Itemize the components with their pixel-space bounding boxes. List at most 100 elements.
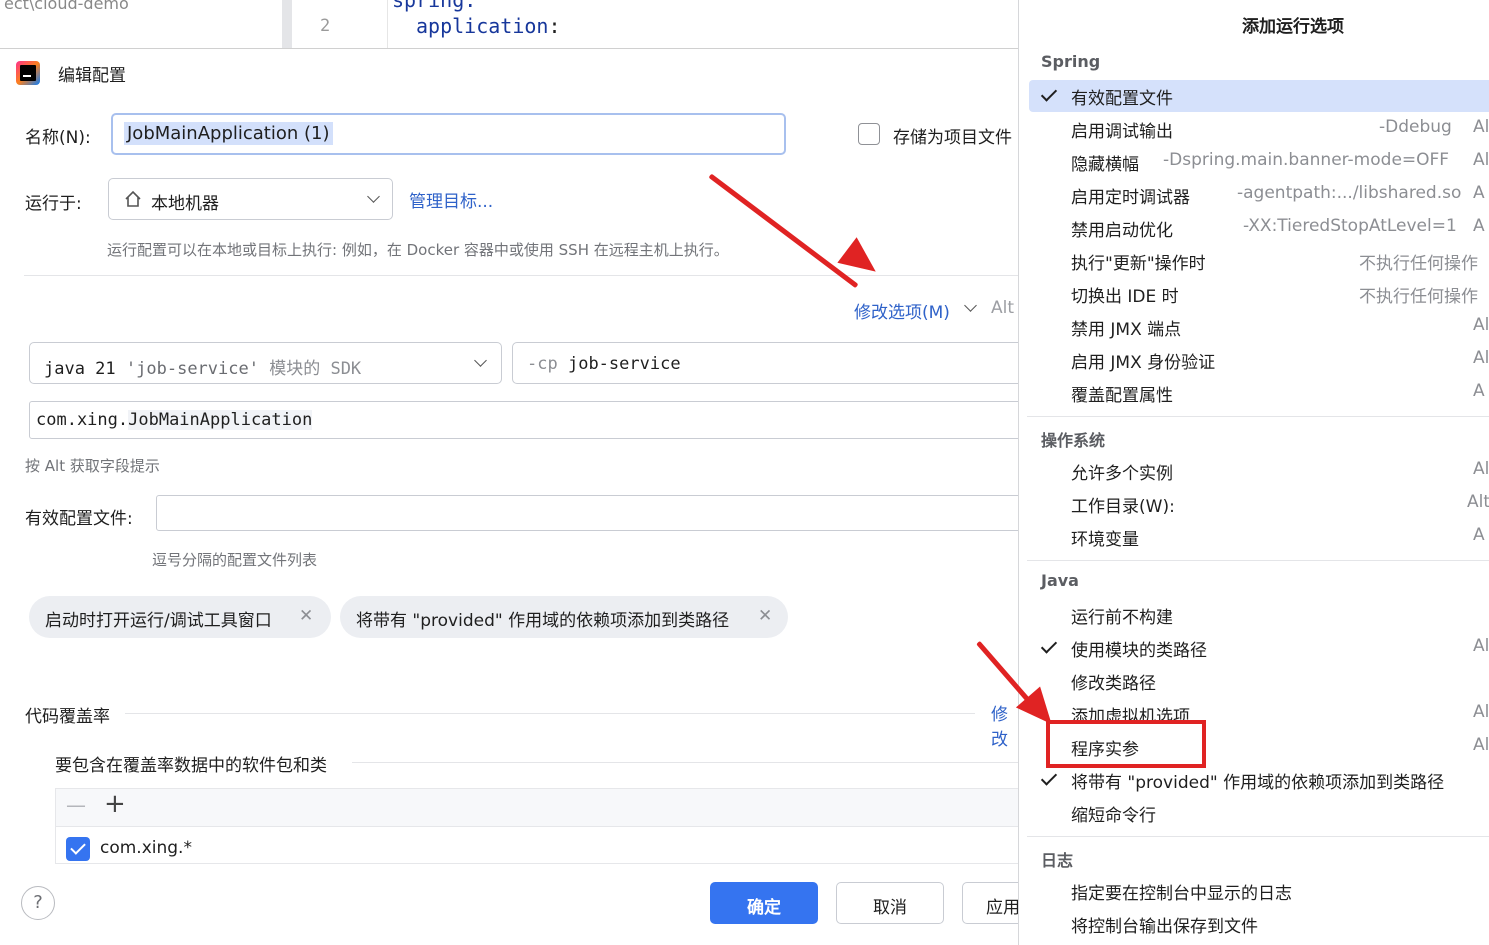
- run-option-item[interactable]: 切换出 IDE 时 不执行任何操作: [1029, 278, 1489, 310]
- checkmark-icon: [1040, 85, 1058, 102]
- manage-targets-link[interactable]: 管理目标...: [409, 187, 493, 212]
- coverage-item-label: com.xing.*: [100, 838, 192, 858]
- run-option-item[interactable]: 缩短命令行: [1029, 797, 1489, 829]
- main-class-input[interactable]: com.xing.JobMainApplication: [29, 401, 1032, 439]
- edit-configuration-dialog: 编辑配置 名称(N): JobMainApplication (1) 存储为项目…: [0, 48, 1032, 945]
- help-icon[interactable]: ?: [21, 886, 55, 920]
- option-chip-open-tool-window[interactable]: 启动时打开运行/调试工具窗口 ✕: [29, 596, 331, 638]
- coverage-item-checkbox[interactable]: [66, 837, 90, 861]
- group-header: Spring: [1041, 52, 1101, 71]
- run-on-label: 运行于:: [25, 194, 82, 214]
- classpath-field[interactable]: -cp job-service: [512, 342, 1032, 384]
- run-option-item[interactable]: 使用模块的类路径 Al: [1029, 632, 1489, 664]
- code-line: application:: [416, 14, 561, 38]
- run-option-shortcut: Al: [1473, 702, 1489, 722]
- run-option-item[interactable]: 覆盖配置属性 A: [1029, 377, 1489, 409]
- intellij-logo-icon: [16, 61, 40, 85]
- line-number: 2: [320, 16, 331, 36]
- name-input-value: JobMainApplication (1): [124, 122, 333, 145]
- coverage-packages-label: 要包含在覆盖率数据中的软件包和类: [55, 756, 327, 776]
- option-chip-provided-scope[interactable]: 将带有 "provided" 作用域的依赖项添加到类路径 ✕: [340, 596, 788, 638]
- run-option-label: 环境变量: [1071, 530, 1139, 550]
- run-option-shortcut: A: [1473, 183, 1485, 203]
- editor-gutter: [300, 0, 388, 50]
- coverage-section-title: 代码覆盖率: [25, 707, 110, 727]
- run-option-label: 禁用启动优化: [1071, 221, 1173, 241]
- run-option-item[interactable]: 运行前不构建: [1029, 599, 1489, 631]
- active-profiles-hint: 逗号分隔的配置文件列表: [152, 551, 318, 569]
- table-toolbar: — +: [56, 789, 1029, 827]
- run-option-label: 隐藏横幅: [1071, 155, 1139, 175]
- run-option-label: 使用模块的类路径: [1071, 641, 1207, 661]
- chevron-down-icon: [474, 354, 487, 367]
- run-option-item[interactable]: 执行"更新"操作时 不执行任何操作: [1029, 245, 1489, 277]
- group-separator: [1027, 560, 1489, 561]
- popup-title: 添加运行选项: [1242, 17, 1344, 37]
- active-profiles-input[interactable]: [156, 495, 1032, 531]
- run-option-shortcut: A: [1473, 525, 1485, 545]
- divider: [352, 762, 1020, 763]
- chevron-down-icon: [964, 299, 977, 312]
- run-on-value: 本地机器: [151, 194, 219, 214]
- run-on-dropdown[interactable]: 本地机器: [108, 178, 393, 220]
- run-option-hint: 不执行任何操作: [1359, 287, 1478, 307]
- run-option-item[interactable]: 环境变量 A: [1029, 521, 1489, 553]
- run-option-hint: -Ddebug: [1379, 117, 1452, 137]
- cancel-button[interactable]: 取消: [836, 882, 944, 924]
- run-option-item[interactable]: 将控制台输出保存到文件: [1029, 908, 1489, 940]
- run-option-label: 启用 JMX 身份验证: [1071, 353, 1216, 373]
- run-option-shortcut: Al: [1473, 348, 1489, 368]
- run-option-hint: 不执行任何操作: [1359, 254, 1478, 274]
- run-on-hint: 运行配置可以在本地或目标上执行: 例如，在 Docker 容器中或使用 SSH …: [107, 241, 729, 259]
- run-option-item[interactable]: 启用调试输出 -Ddebug Al: [1029, 113, 1489, 145]
- jdk-version: java 21: [44, 359, 116, 379]
- group-header: 日志: [1041, 851, 1074, 870]
- store-as-project-file-checkbox[interactable]: [858, 123, 880, 145]
- add-button[interactable]: +: [104, 789, 126, 819]
- add-run-options-popup: 添加运行选项 Spring 有效配置文件启用调试输出 -Ddebug Al 隐藏横幅 -D…: [1018, 0, 1489, 945]
- name-input[interactable]: JobMainApplication (1): [111, 113, 786, 155]
- run-option-label: 缩短命令行: [1071, 806, 1156, 826]
- run-option-item[interactable]: 启用定时调试器 -agentpath:.../libshared.so A: [1029, 179, 1489, 211]
- run-option-label: 覆盖配置属性: [1071, 386, 1173, 406]
- group-separator: [1027, 836, 1489, 837]
- run-option-shortcut: A: [1473, 381, 1485, 401]
- home-icon: [125, 190, 141, 207]
- modify-options-link[interactable]: 修改选项(M): [854, 298, 950, 323]
- run-option-item[interactable]: 启用 JMX 身份验证 Al: [1029, 344, 1489, 376]
- checkmark-icon: [1040, 637, 1058, 654]
- remove-button[interactable]: —: [66, 793, 86, 817]
- run-option-label: 启用定时调试器: [1071, 188, 1190, 208]
- main-class-name: JobMainApplication: [128, 410, 313, 430]
- run-option-shortcut: Al: [1473, 315, 1489, 335]
- run-option-item[interactable]: 修改类路径: [1029, 665, 1489, 697]
- run-option-item[interactable]: 指定要在控制台中显示的日志: [1029, 875, 1489, 907]
- ok-button[interactable]: 确定: [710, 882, 818, 924]
- highlight-box: [1046, 720, 1206, 768]
- run-option-hint: -Dspring.main.banner-mode=OFF: [1163, 150, 1450, 170]
- run-option-item[interactable]: 禁用启动优化 -XX:TieredStopAtLevel=1 A: [1029, 212, 1489, 244]
- name-label: 名称(N):: [25, 128, 91, 148]
- run-option-label: 将控制台输出保存到文件: [1071, 917, 1258, 937]
- run-option-hint: -agentpath:.../libshared.so: [1237, 183, 1462, 203]
- run-option-label: 执行"更新"操作时: [1071, 254, 1206, 274]
- run-option-item[interactable]: 工作目录(W): Alt: [1029, 488, 1489, 520]
- run-option-label: 修改类路径: [1071, 674, 1156, 694]
- jdk-suffix: 模块的 SDK: [269, 359, 362, 379]
- run-option-label: 工作目录(W):: [1071, 497, 1175, 517]
- run-option-item[interactable]: 有效配置文件: [1029, 80, 1489, 112]
- jdk-dropdown[interactable]: java 21 'job-service' 模块的 SDK: [29, 342, 502, 384]
- panel-divider: [282, 0, 292, 50]
- run-option-label: 启用调试输出: [1071, 122, 1173, 142]
- run-option-item[interactable]: 隐藏横幅 -Dspring.main.banner-mode=OFF Al: [1029, 146, 1489, 178]
- close-icon[interactable]: ✕: [299, 606, 313, 626]
- modify-options-shortcut: Alt: [991, 298, 1015, 318]
- run-option-item[interactable]: 禁用 JMX 端点 Al: [1029, 311, 1489, 343]
- run-option-item[interactable]: 允许多个实例 Al: [1029, 455, 1489, 487]
- chip-label: 启动时打开运行/调试工具窗口: [45, 611, 272, 631]
- run-option-item[interactable]: 将带有 "provided" 作用域的依赖项添加到类路径: [1029, 764, 1489, 796]
- close-icon[interactable]: ✕: [758, 606, 772, 626]
- run-option-shortcut: Al: [1473, 150, 1489, 170]
- chevron-down-icon: [367, 190, 380, 203]
- run-option-label: 将带有 "provided" 作用域的依赖项添加到类路径: [1071, 773, 1445, 793]
